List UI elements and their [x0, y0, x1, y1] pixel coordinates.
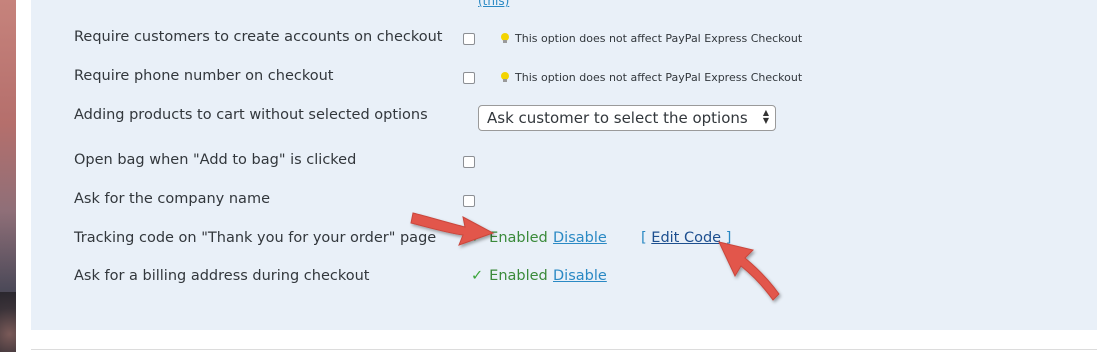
select-arrows-icon: ▲ ▼ [762, 108, 769, 125]
divider [31, 349, 1097, 350]
top-partial-link[interactable]: (this) [478, 0, 509, 8]
setting-label-tracking-code: Tracking code on "Thank you for your ord… [74, 230, 437, 246]
desktop-background [0, 0, 16, 352]
setting-label-billing-address: Ask for a billing address during checkou… [74, 268, 370, 284]
settings-panel: (this) Require customers to create accou… [31, 0, 1097, 330]
tracking-code-disable-link[interactable]: Disable [553, 230, 607, 246]
enabled-text: Enabled [489, 268, 548, 284]
red-arrow-icon [718, 241, 780, 301]
require-accounts-checkbox[interactable] [463, 33, 475, 45]
hint-require-accounts: This option does not affect PayPal Expre… [501, 32, 802, 45]
settings-page: (this) Require customers to create accou… [16, 0, 1097, 352]
hint-text: This option does not affect PayPal Expre… [515, 32, 803, 45]
setting-label-company-name: Ask for the company name [74, 191, 270, 207]
hint-require-phone: This option does not affect PayPal Expre… [501, 71, 802, 84]
hint-text: This option does not affect PayPal Expre… [515, 71, 803, 84]
setting-label-open-bag: Open bag when "Add to bag" is clicked [74, 152, 357, 168]
open-bag-checkbox[interactable] [463, 156, 475, 168]
require-phone-checkbox[interactable] [463, 72, 475, 84]
edit-code-open-bracket: [ [641, 230, 647, 246]
red-arrow-icon [410, 212, 495, 246]
billing-address-status: ✓ Enabled [471, 268, 548, 284]
select-value: Ask customer to select the options [487, 109, 748, 127]
setting-label-unselected-options: Adding products to cart without selected… [74, 107, 428, 123]
billing-address-disable-link[interactable]: Disable [553, 268, 607, 284]
checkmark-icon: ✓ [471, 268, 484, 284]
lightbulb-icon [501, 33, 509, 43]
unselected-options-select[interactable]: Ask customer to select the options ▲ ▼ [478, 105, 776, 131]
lightbulb-icon [501, 72, 509, 82]
setting-label-require-accounts: Require customers to create accounts on … [74, 29, 443, 45]
setting-label-require-phone: Require phone number on checkout [74, 68, 334, 84]
